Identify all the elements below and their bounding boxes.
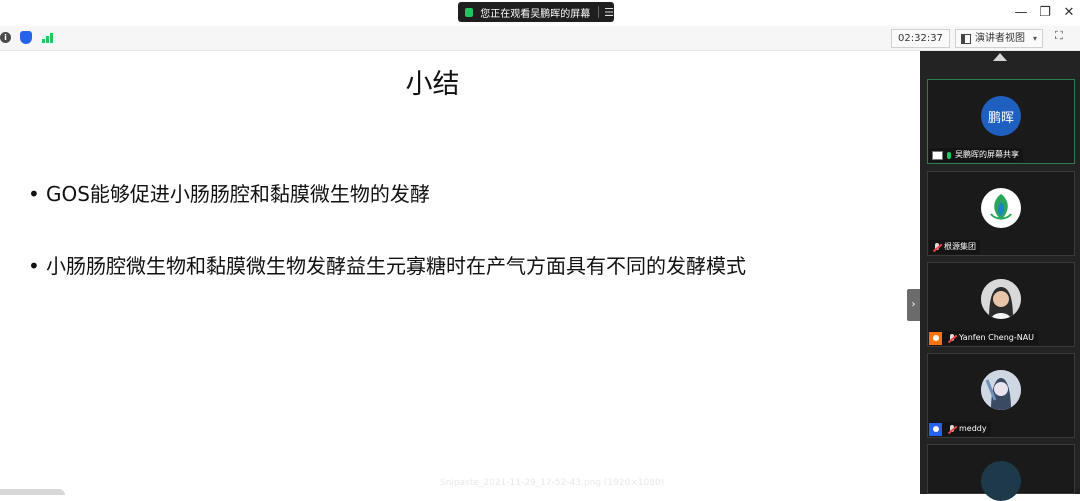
person-icon	[929, 331, 942, 345]
mic-muted-icon	[947, 424, 956, 434]
shared-screen-slide: 小结 • GOS能够促进小肠肠腔和黏膜微生物的发酵 • 小肠肠腔微生物和黏膜微生物发…	[0, 51, 920, 495]
avatar	[981, 188, 1021, 228]
slide-bullet: • GOS能够促进小肠肠腔和黏膜微生物的发酵	[28, 178, 430, 207]
participant-video-panel: 鹏晖 吴鹏晖的屏幕共享 根源集团 Yanfen Cheng-NAU meddy	[920, 51, 1080, 501]
minimize-button[interactable]: —	[1012, 5, 1030, 20]
bottom-handle[interactable]	[0, 489, 65, 495]
bullet-text: 小肠肠腔微生物和黏膜微生物发酵益生元寡糖时在产气方面具有不同的发酵模式	[46, 254, 746, 278]
mic-on-icon	[947, 151, 951, 159]
bullet-marker: •	[28, 182, 40, 206]
info-icon[interactable]: i	[0, 32, 11, 43]
user-photo-icon	[981, 279, 1021, 319]
avatar	[981, 461, 1021, 501]
collapse-panel-button[interactable]: ›	[907, 289, 920, 321]
screen-share-icon	[932, 150, 943, 160]
share-camera-icon	[465, 7, 474, 17]
mic-muted-icon	[932, 242, 941, 252]
participant-tile[interactable]: 鹏晖 吴鹏晖的屏幕共享	[927, 79, 1075, 164]
scroll-up-icon[interactable]	[993, 53, 1007, 61]
participant-tile[interactable]	[927, 444, 1075, 501]
participant-tile[interactable]: meddy	[927, 353, 1075, 438]
participant-tile[interactable]: Yanfen Cheng-NAU	[927, 262, 1075, 347]
avatar	[981, 370, 1021, 410]
chevron-down-icon: ▾	[1032, 34, 1037, 43]
pill-divider	[598, 6, 600, 18]
meeting-toolbar: i 02:32:37 演讲者视图 ▾ ⛶	[0, 26, 1080, 51]
view-mode-label: 演讲者视图	[975, 33, 1025, 44]
participant-name: 根源集团	[944, 242, 976, 251]
close-button[interactable]: ✕	[1060, 5, 1078, 20]
user-photo-icon	[981, 370, 1021, 410]
speaker-view-icon	[961, 33, 971, 44]
restore-button[interactable]: ❐	[1036, 5, 1054, 20]
shield-icon[interactable]	[20, 31, 32, 44]
participant-name: Yanfen Cheng-NAU	[959, 333, 1035, 342]
participant-tile[interactable]: 根源集团	[927, 171, 1075, 256]
avatar: 鹏晖	[981, 96, 1021, 136]
signal-icon[interactable]	[42, 32, 54, 43]
participant-name: meddy	[959, 424, 987, 433]
screen-share-status-pill[interactable]: 您正在观看吴鹏晖的屏幕 ☰	[458, 2, 614, 22]
view-mode-button[interactable]: 演讲者视图 ▾	[955, 29, 1043, 48]
participant-nametag: Yanfen Cheng-NAU	[929, 331, 1039, 345]
bullet-text: GOS能够促进小肠肠腔和黏膜微生物的发酵	[46, 182, 430, 206]
avatar	[981, 279, 1021, 319]
participant-nametag: 吴鹏晖的屏幕共享	[929, 148, 1023, 162]
person-icon	[929, 422, 942, 436]
slide-watermark: Snipaste_2021-11-29_17-52-43.png (1920×1…	[440, 478, 665, 488]
company-logo-icon	[990, 194, 1012, 220]
meeting-timer: 02:32:37	[891, 29, 950, 48]
participant-name: 吴鹏晖的屏幕共享	[955, 150, 1019, 159]
slide-title: 小结	[405, 69, 460, 100]
participant-nametag: 根源集团	[929, 240, 980, 254]
bullet-marker: •	[28, 254, 40, 278]
fullscreen-icon[interactable]: ⛶	[1055, 30, 1067, 42]
mic-muted-icon	[947, 333, 956, 343]
share-menu-icon[interactable]: ☰	[604, 6, 614, 19]
slide-bullet: • 小肠肠腔微生物和黏膜微生物发酵益生元寡糖时在产气方面具有不同的发酵模式	[28, 250, 746, 279]
participant-nametag: meddy	[929, 422, 991, 436]
title-bar: 您正在观看吴鹏晖的屏幕 ☰ — ❐ ✕	[0, 0, 1080, 26]
share-status-text: 您正在观看吴鹏晖的屏幕	[480, 8, 591, 20]
